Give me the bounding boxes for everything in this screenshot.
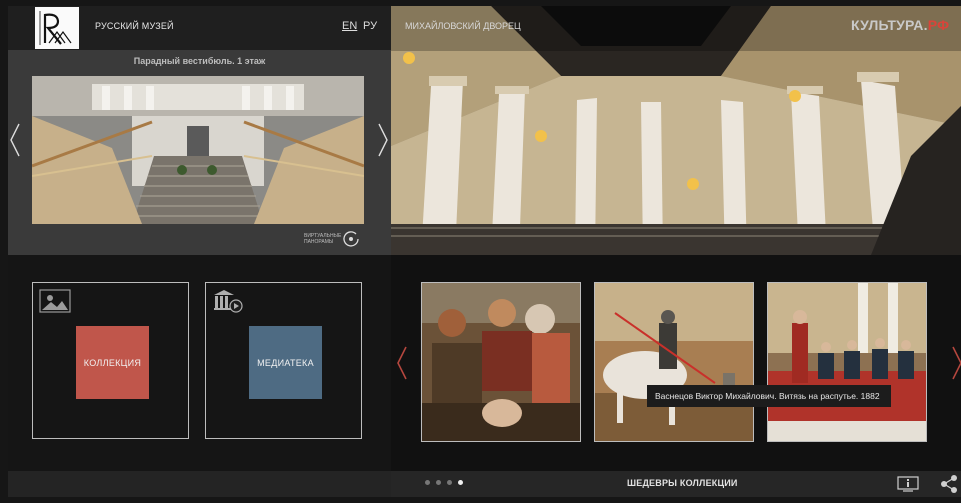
virtual-panorama-icon[interactable] xyxy=(342,230,360,248)
palace-hero-image: МИХАЙЛОВСКИЙ ДВОРЕЦ КУЛЬТУРА.РФ xyxy=(391,6,961,255)
museum-logo[interactable] xyxy=(35,7,79,49)
info-icon[interactable] xyxy=(897,476,919,492)
header-bar: РУССКИЙ МУЗЕЙ EN РУ xyxy=(8,6,391,50)
media-tile[interactable]: МЕДИАТЕКА xyxy=(205,282,362,439)
pagination-dot-2[interactable] xyxy=(436,480,441,485)
gallery-footer: ШЕДЕВРЫ КОЛЛЕКЦИИ xyxy=(391,471,961,497)
masterpieces-title: ШЕДЕВРЫ КОЛЛЕКЦИИ xyxy=(627,478,738,488)
painting-tooltip: Васнецов Виктор Михайлович. Витязь на ра… xyxy=(647,385,891,407)
pagination-dot-3[interactable] xyxy=(447,480,452,485)
right-panel: МИХАЙЛОВСКИЙ ДВОРЕЦ КУЛЬТУРА.РФ Васнецов… xyxy=(391,6,961,497)
virtual-panorama-label: ВИРТУАЛЬНЫЕ ПАНОРАМЫ xyxy=(304,233,342,245)
panorama-next-arrow[interactable] xyxy=(376,120,390,160)
museum-name: РУССКИЙ МУЗЕЙ xyxy=(95,21,174,31)
panorama-image[interactable] xyxy=(32,76,364,224)
palace-name: МИХАЙЛОВСКИЙ ДВОРЕЦ xyxy=(405,21,521,31)
share-icon[interactable] xyxy=(940,474,958,494)
museum-play-icon xyxy=(212,289,244,313)
pagination-dot-4[interactable] xyxy=(458,480,463,485)
gallery-thumb-1[interactable] xyxy=(421,282,581,442)
left-panel: РУССКИЙ МУЗЕЙ EN РУ Парадный вестибюль. … xyxy=(8,6,391,497)
collection-button[interactable]: КОЛЛЕКЦИЯ xyxy=(76,326,149,399)
gallery-thumb-3[interactable] xyxy=(767,282,927,442)
panorama-title: Парадный вестибюль. 1 этаж xyxy=(133,56,266,66)
lang-ru-link[interactable]: РУ xyxy=(363,20,377,32)
panorama-section: Парадный вестибюль. 1 этаж ВИРТУАЛЬНЫЕ П… xyxy=(8,50,391,255)
painting-icon xyxy=(39,289,71,313)
pagination-dots xyxy=(425,480,463,485)
pagination-dot-1[interactable] xyxy=(425,480,430,485)
kultura-logo[interactable]: КУЛЬТУРА.РФ xyxy=(851,17,949,33)
menu-tiles: КОЛЛЕКЦИЯ МЕДИАТЕКА xyxy=(8,255,391,471)
gallery-next-arrow[interactable] xyxy=(951,345,961,381)
left-footer xyxy=(8,471,391,497)
gallery-prev-arrow[interactable] xyxy=(396,345,408,381)
gallery-thumb-2[interactable] xyxy=(594,282,754,442)
collection-tile[interactable]: КОЛЛЕКЦИЯ xyxy=(32,282,189,439)
app: РУССКИЙ МУЗЕЙ EN РУ Парадный вестибюль. … xyxy=(0,0,961,503)
masterpieces-gallery: Васнецов Виктор Михайлович. Витязь на ра… xyxy=(391,255,961,471)
media-button[interactable]: МЕДИАТЕКА xyxy=(249,326,322,399)
kultura-logo-main: КУЛЬТУРА. xyxy=(851,17,928,33)
kultura-logo-suffix: РФ xyxy=(927,17,950,33)
lang-en-link[interactable]: EN xyxy=(342,20,357,32)
panorama-prev-arrow[interactable] xyxy=(8,120,22,160)
